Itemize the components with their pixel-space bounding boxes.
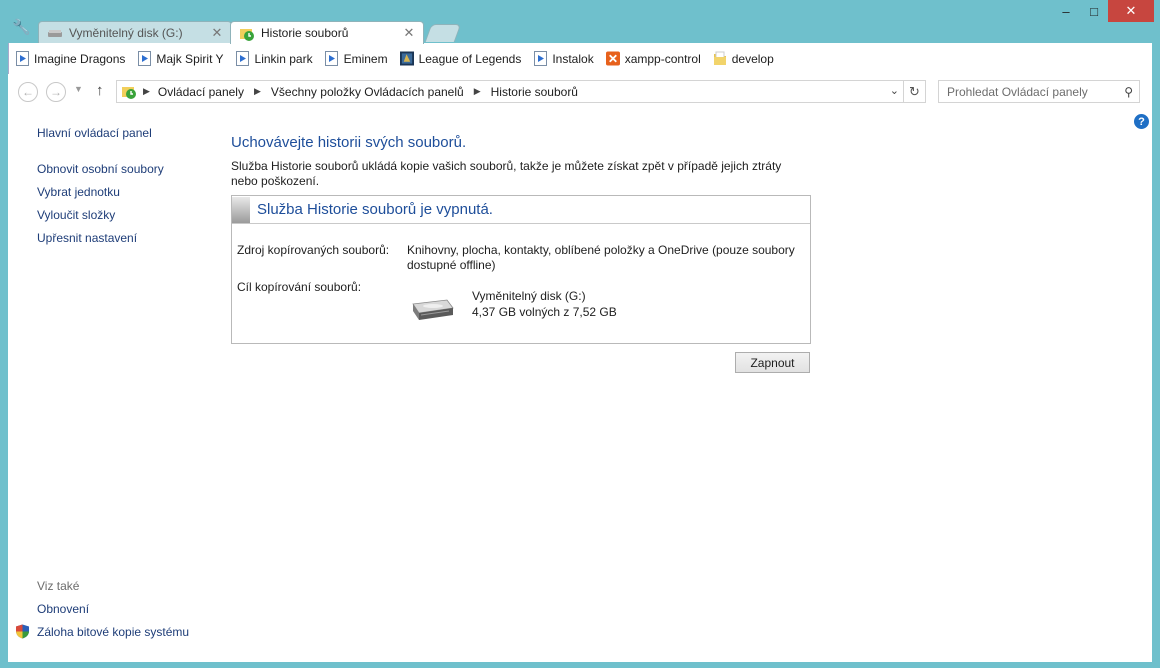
wrench-icon[interactable]: 🔧 — [12, 20, 31, 36]
tab-removable-disk[interactable]: Vyměnitelný disk (G:) ✕ — [38, 21, 232, 43]
target-label: Cíl kopírování souborů: — [237, 280, 362, 294]
back-button[interactable]: ← — [18, 82, 38, 102]
tab-file-history[interactable]: Historie souborů ✕ — [230, 21, 424, 44]
link-recovery[interactable]: Obnovení — [37, 602, 89, 616]
link-select-drive[interactable]: Vybrat jednotku — [37, 185, 120, 199]
bookmark-instalok[interactable]: Instalok — [533, 51, 594, 66]
bookmark-develop[interactable]: develop — [713, 51, 774, 66]
tab-strip: 🔧 Vyměnitelný disk (G:) ✕ Historie soubo… — [0, 0, 1160, 44]
status-title: Služba Historie souborů je vypnutá. — [257, 201, 493, 218]
control-panel-icon — [121, 84, 137, 100]
close-icon[interactable]: ✕ — [403, 25, 415, 41]
breadcrumb-separator-icon[interactable]: ▶ — [254, 86, 261, 97]
link-control-panel-home[interactable]: Hlavní ovládací panel — [37, 126, 152, 140]
help-icon[interactable]: ? — [1134, 114, 1149, 129]
bookmark-label: Majk Spirit Y — [156, 51, 224, 66]
bookmark-eminem[interactable]: Eminem — [325, 51, 388, 66]
browser-window: 🔧 Vyměnitelný disk (G:) ✕ Historie soubo… — [0, 0, 1160, 668]
turn-on-button[interactable]: Zapnout — [735, 352, 810, 373]
close-button[interactable]: ✕ — [1108, 0, 1154, 22]
breadcrumb-all-items[interactable]: Všechny položky Ovládacích panelů — [271, 85, 464, 99]
file-history-icon — [239, 26, 255, 41]
link-system-image-backup[interactable]: Záloha bitové kopie systému — [37, 625, 189, 639]
bookmark-linkin-park[interactable]: Linkin park — [236, 51, 313, 66]
breadcrumb-separator-icon[interactable]: ▶ — [474, 86, 481, 97]
bookmark-label: xampp-control — [624, 51, 701, 66]
forward-button[interactable]: → — [46, 82, 66, 102]
status-header: Služba Historie souborů je vypnutá. — [232, 196, 810, 224]
breadcrumb-file-history[interactable]: Historie souborů — [491, 85, 578, 99]
search-input[interactable] — [947, 84, 1117, 99]
source-value: Knihovny, plocha, kontakty, oblíbené pol… — [407, 243, 795, 272]
page-description: Služba Historie souborů ukládá kopie vaš… — [231, 159, 782, 188]
video-icon — [533, 51, 547, 66]
video-icon — [137, 51, 151, 66]
bookmark-label: Eminem — [343, 51, 388, 66]
new-tab-button[interactable] — [424, 24, 462, 42]
target-drive-free-space: 4,37 GB volných z 7,52 GB — [472, 305, 617, 319]
target-drive-name: Vyměnitelný disk (G:) — [472, 289, 586, 303]
tab-label: Historie souborů — [261, 26, 349, 40]
refresh-icon[interactable]: ↻ — [903, 81, 925, 102]
bookmark-label: Imagine Dragons — [34, 51, 126, 66]
control-panel-content: ← → ▼ ↑ ▶ Ovládací panely ▶ Všechny polo… — [8, 74, 1152, 662]
bookmark-league-of-legends[interactable]: League of Legends — [399, 51, 522, 66]
file-history-status-panel: Služba Historie souborů je vypnutá. Zdro… — [231, 195, 811, 344]
close-icon[interactable]: ✕ — [211, 25, 223, 41]
search-icon[interactable]: ⚲ — [1124, 85, 1133, 99]
bookmark-imagine-dragons[interactable]: Imagine Dragons — [15, 51, 125, 66]
video-icon — [236, 51, 250, 66]
window-controls: – □ ✕ — [1052, 0, 1154, 22]
bookmark-label: Instalok — [552, 51, 594, 66]
uac-shield-icon — [15, 624, 30, 639]
video-icon — [15, 51, 29, 66]
navigation-bar: ← → ▼ ↑ ▶ Ovládací panely ▶ Všechny polo… — [8, 74, 1152, 110]
link-exclude-folders[interactable]: Vyloučit složky — [37, 208, 115, 222]
removable-drive-icon — [407, 294, 455, 326]
breadcrumb-control-panel[interactable]: Ovládací panely — [158, 85, 244, 99]
folder-icon — [713, 51, 727, 66]
tab-label: Vyměnitelný disk (G:) — [69, 25, 183, 40]
breadcrumb-separator-icon[interactable]: ▶ — [143, 86, 150, 97]
recent-locations-chevron-icon[interactable]: ▼ — [74, 84, 83, 94]
address-bar[interactable]: ▶ Ovládací panely ▶ Všechny položky Ovlá… — [116, 80, 926, 103]
bookmarks-bar: Imagine Dragons Majk Spirit Y Linkin par… — [8, 43, 1152, 74]
status-indicator — [232, 196, 250, 223]
bookmark-label: Linkin park — [254, 51, 313, 66]
video-icon — [325, 51, 339, 66]
drive-icon — [47, 26, 63, 40]
app-icon — [399, 51, 414, 66]
up-arrow-icon[interactable]: ↑ — [96, 82, 104, 99]
xampp-icon — [605, 51, 620, 66]
chevron-down-icon[interactable]: ⌄ — [890, 84, 899, 97]
see-also-heading: Viz také — [37, 579, 80, 593]
bookmark-label: develop — [731, 51, 774, 66]
bookmark-xampp-control[interactable]: xampp-control — [605, 51, 701, 66]
maximize-button[interactable]: □ — [1080, 0, 1108, 22]
search-box[interactable]: ⚲ — [938, 80, 1140, 103]
bookmark-majk-spirit[interactable]: Majk Spirit Y — [137, 51, 224, 66]
link-restore-personal-files[interactable]: Obnovit osobní soubory — [37, 162, 164, 176]
link-advanced-settings[interactable]: Upřesnit nastavení — [37, 231, 137, 245]
page-title: Uchovávejte historii svých souborů. — [231, 134, 467, 151]
source-label: Zdroj kopírovaných souborů: — [237, 243, 390, 257]
bookmark-label: League of Legends — [418, 51, 522, 66]
minimize-button[interactable]: – — [1052, 0, 1080, 22]
